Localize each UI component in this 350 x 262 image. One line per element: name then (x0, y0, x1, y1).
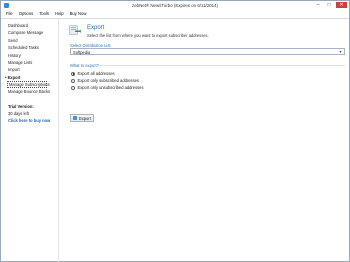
export-button[interactable]: Export (70, 114, 94, 122)
option-export-unsubscribed[interactable]: Export only unsubscribed addresses (71, 85, 144, 90)
option-export-subscribed[interactable]: Export only subscribed addresses (71, 78, 139, 83)
minimize-button[interactable]: – (314, 2, 322, 8)
menu-tools[interactable]: Tools (39, 10, 49, 18)
page-subtitle: Select the list from where you want to e… (87, 33, 209, 38)
window-controls: – □ ✕ (314, 2, 347, 8)
export-button-label: Export (79, 115, 91, 121)
buy-now-link[interactable]: Click here to buy now (8, 117, 58, 124)
distribution-list-select[interactable]: Softpedia ▾ (70, 48, 345, 55)
sidebar-item-history[interactable]: History (8, 52, 58, 59)
menu-bar: File Options Tools Help Buy Now (1, 10, 349, 18)
sidebar-item-compose-message[interactable]: Compose Message (8, 29, 58, 36)
export-button-icon (73, 116, 77, 120)
sidebar-item-manage-subscriptions[interactable]: Manage Subscriptions (7, 81, 50, 89)
sidebar-item-scheduled-tasks[interactable]: Scheduled Tasks (8, 44, 58, 51)
content-area: Dashboard Compose Message Send Scheduled… (1, 18, 349, 262)
trial-heading: Trial Version: (8, 103, 34, 109)
menu-file[interactable]: File (6, 10, 13, 18)
window-title: zebNet® NewsTurbo (Expires on 6/11/2014) (132, 3, 218, 8)
sidebar-item-dashboard[interactable]: Dashboard (8, 22, 58, 29)
menu-buy-now[interactable]: Buy Now (70, 10, 87, 18)
menu-options[interactable]: Options (19, 10, 33, 18)
maximize-button[interactable]: □ (325, 2, 333, 8)
distribution-list-value: Softpedia (73, 49, 91, 55)
option-export-subscribed-label: Export only subscribed addresses (77, 78, 139, 83)
sidebar-item-manage-lists[interactable]: Manage Lists (8, 59, 58, 66)
radio-export-subscribed[interactable] (71, 78, 75, 83)
page-title: Export (87, 25, 105, 31)
option-export-all[interactable]: Export all addresses (71, 71, 115, 76)
close-button[interactable]: ✕ (336, 2, 347, 8)
trial-days-left: 30 days left (8, 110, 29, 116)
sidebar-item-manage-bounce-backs[interactable]: Manage Bounce Backs (8, 88, 58, 95)
app-window: zebNet® NewsTurbo (Expires on 6/11/2014)… (0, 0, 350, 262)
option-export-all-label: Export all addresses (77, 71, 115, 76)
menu-help[interactable]: Help (55, 10, 64, 18)
sidebar-item-import[interactable]: Import (8, 66, 58, 73)
group-divider (94, 65, 345, 66)
title-bar: zebNet® NewsTurbo (Expires on 6/11/2014)… (1, 1, 349, 10)
sidebar-item-send[interactable]: Send (8, 37, 58, 44)
chevron-down-icon: ▾ (339, 49, 342, 54)
export-panel: Export Select the list from where you wa… (61, 19, 349, 262)
sidebar-item-export[interactable]: Export (8, 74, 58, 81)
sidebar: Dashboard Compose Message Send Scheduled… (1, 19, 59, 262)
option-export-unsubscribed-label: Export only unsubscribed addresses (77, 85, 144, 90)
export-icon (69, 25, 81, 35)
radio-export-all[interactable] (71, 71, 75, 76)
radio-export-unsubscribed[interactable] (71, 85, 75, 90)
